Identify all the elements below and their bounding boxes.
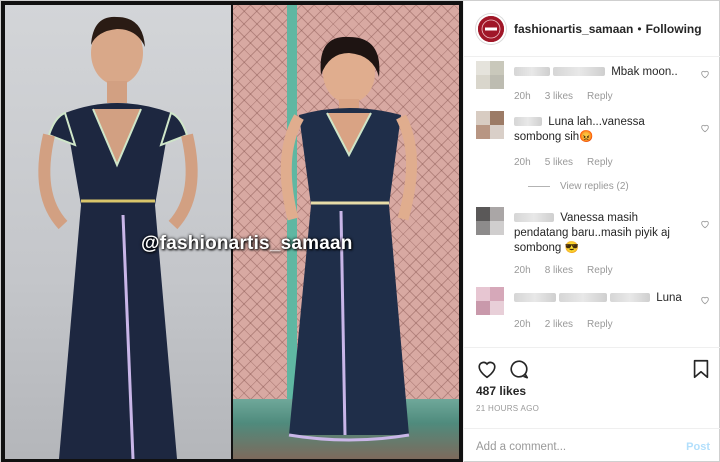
view-replies-label[interactable]: View replies (2) [560,181,629,192]
comment-meta: 20h 5 likes Reply [514,157,613,168]
reply-button[interactable]: Reply [587,91,613,102]
bookmark-icon[interactable] [690,358,712,380]
comment-icon[interactable] [508,358,530,380]
blurred-username [514,293,556,303]
comment-meta: 20h 2 likes Reply [514,319,613,330]
comment-likes[interactable]: 8 likes [545,265,573,276]
comment-time: 20h [514,319,531,330]
commenter-avatar[interactable] [476,207,504,235]
blurred-username [514,67,550,77]
photo-studio-model [5,5,231,459]
likes-count[interactable]: 487 likes [476,384,526,398]
like-comment-icon[interactable] [700,295,710,305]
post-image[interactable]: @fashionartis_samaan [1,1,463,462]
model-illustration-left [38,16,198,459]
comment-item: Mbak moon.. 20h 3 likes Reply [476,61,712,105]
comment-text-line: Vanessa masih pendatang baru..masih piyi… [514,211,690,256]
author-username[interactable]: fashionartis_samaan [514,22,633,36]
comment-time: 20h [514,91,531,102]
comment-likes[interactable]: 5 likes [545,157,573,168]
comment-item: Vanessa masih pendatang baru..masih piyi… [476,207,712,281]
like-comment-icon[interactable] [700,219,710,229]
header-separator: • [637,21,642,36]
blurred-username [559,293,607,303]
action-icons [476,358,712,380]
heart-icon[interactable] [476,358,498,380]
instagram-post-window: @fashionartis_samaan fashionartis_samaan… [0,0,720,462]
brand-logo-icon [478,15,504,42]
comment-time: 20h [514,265,531,276]
post-comment-button[interactable]: Post [686,441,710,453]
comment-meta: 20h 3 likes Reply [514,91,613,102]
comments-list[interactable]: Mbak moon.. 20h 3 likes Reply Luna lah..… [464,57,720,347]
blurred-username [514,117,542,127]
post-timestamp: 21 HOURS AGO [476,404,540,413]
like-comment-icon[interactable] [700,69,710,79]
comment-text-line: Luna lah...vanessa sombong sih😡 [514,115,690,145]
comment-input[interactable] [476,440,687,453]
commenter-avatar[interactable] [476,287,504,315]
comment-likes[interactable]: 2 likes [545,319,573,330]
reply-button[interactable]: Reply [587,157,613,168]
view-replies-toggle[interactable]: View replies (2) [528,181,629,192]
post-sidebar: fashionartis_samaan • Following Mbak moo… [463,1,720,462]
comment-item: Luna 20h 2 likes Reply [476,287,712,337]
blurred-username [610,293,650,303]
photo-outdoor-model [233,5,459,459]
like-comment-icon[interactable] [700,123,710,133]
comment-likes[interactable]: 3 likes [545,91,573,102]
blurred-username [514,213,554,223]
comment-time: 20h [514,157,531,168]
comment-item: Luna lah...vanessa sombong sih😡 20h 5 li… [476,111,712,195]
reply-button[interactable]: Reply [587,265,613,276]
image-watermark: @fashionartis_samaan [141,233,353,254]
add-comment-bar: Post [464,428,720,462]
following-button[interactable]: Following [646,22,702,36]
replies-divider [528,186,550,187]
comment-text-line: Mbak moon.. [514,65,690,80]
comment-body: Luna [656,292,682,304]
post-actions: 487 likes 21 HOURS AGO Post [464,347,720,462]
comment-body: Mbak moon.. [611,66,678,78]
comment-text-line: Luna [514,291,690,306]
blurred-username [553,67,605,77]
comment-meta: 20h 8 likes Reply [514,265,613,276]
commenter-avatar[interactable] [476,61,504,89]
post-header: fashionartis_samaan • Following [464,1,720,57]
model-illustration-right [280,36,418,442]
reply-button[interactable]: Reply [587,319,613,330]
author-avatar[interactable] [476,13,506,44]
commenter-avatar[interactable] [476,111,504,139]
